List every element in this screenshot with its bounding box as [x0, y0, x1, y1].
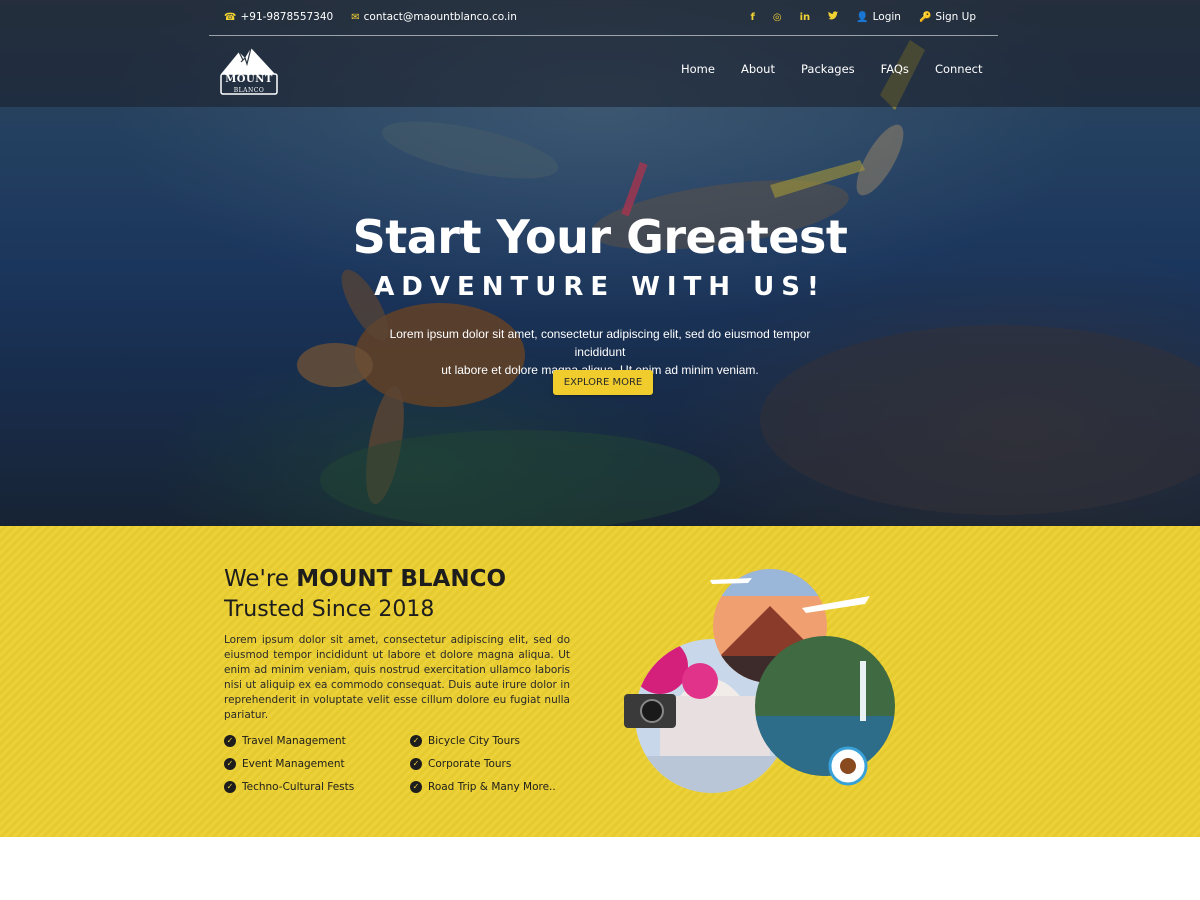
check-circle-icon: ✓ [410, 757, 422, 770]
check-circle-icon: ✓ [224, 734, 236, 747]
nav-about[interactable]: About [741, 62, 775, 76]
feature-item: ✓ Techno-Cultural Fests [224, 779, 410, 794]
feature-item: ✓ Bicycle City Tours [410, 733, 584, 748]
key-icon: 🔑 [918, 11, 932, 23]
check-circle-icon: ✓ [224, 757, 236, 770]
feature-item: ✓ Corporate Tours [410, 756, 584, 771]
main-nav: Home About Packages FAQs Connect [668, 62, 996, 76]
nav-faqs[interactable]: FAQs [881, 62, 909, 76]
about-paragraph: Lorem ipsum dolor sit amet, consectetur … [224, 634, 570, 721]
login-label: Login [872, 11, 901, 23]
linkedin-icon[interactable]: in [800, 12, 811, 23]
explore-more-button[interactable]: EXPLORE MORE [553, 370, 653, 395]
feature-label: Techno-Cultural Fests [242, 780, 355, 793]
feature-label: Travel Management [242, 734, 346, 747]
check-circle-icon: ✓ [410, 734, 422, 747]
phone-number: +91-9878557340 [240, 11, 334, 23]
travel-collage-image [624, 569, 895, 793]
twitter-icon[interactable] [828, 11, 839, 23]
hero-section: ☎ +91-9878557340 ✉ contact@maountblanco.… [0, 0, 1200, 526]
about-heading-prefix: We're [224, 566, 297, 592]
page-bottom-area [0, 837, 1200, 900]
instagram-icon[interactable]: ◎ [773, 12, 782, 23]
header-divider [209, 35, 998, 36]
about-heading-brand: MOUNT BLANCO [296, 566, 507, 592]
login-link[interactable]: 👤 Login [856, 11, 901, 23]
feature-label: Corporate Tours [428, 757, 512, 770]
feature-label: Event Management [242, 757, 345, 770]
check-circle-icon: ✓ [224, 780, 236, 793]
phone-contact[interactable]: ☎ +91-9878557340 [224, 11, 333, 23]
logo-text-blanco: BLANCO [233, 87, 265, 94]
facebook-icon[interactable]: f [751, 12, 755, 23]
feature-label: Bicycle City Tours [428, 734, 521, 747]
feature-list: ✓ Travel Management ✓ Bicycle City Tours ✓… [224, 733, 584, 794]
feature-item: ✓ Road Trip & Many More.. [410, 779, 584, 794]
nav-connect[interactable]: Connect [935, 62, 983, 76]
check-circle-icon: ✓ [410, 780, 422, 793]
hero-subtitle: ADVENTURE WITH US! [374, 272, 826, 302]
about-section: We're MOUNT BLANCO Trusted Since 2018 Lo… [0, 526, 1200, 837]
feature-item: ✓ Event Management [224, 756, 410, 771]
hero-title: Start Your Greatest [352, 210, 848, 264]
nav-home[interactable]: Home [681, 62, 715, 76]
top-bar: ☎ +91-9878557340 ✉ contact@maountblanco.… [224, 8, 976, 26]
logo-text-mount: MOUNT [225, 74, 273, 85]
phone-icon: ☎ [224, 11, 237, 23]
site-logo[interactable]: MOUNT BLANCO [217, 44, 281, 98]
envelope-icon: ✉ [351, 11, 360, 23]
hero-description-line1: Lorem ipsum dolor sit amet, consectetur … [389, 327, 811, 359]
signup-label: Sign Up [935, 11, 976, 23]
signup-link[interactable]: 🔑 Sign Up [919, 11, 976, 23]
feature-label: Road Trip & Many More.. [428, 780, 556, 793]
about-heading: We're MOUNT BLANCO [224, 566, 506, 592]
email-contact[interactable]: ✉ contact@maountblanco.co.in [351, 11, 517, 23]
user-icon: 👤 [856, 11, 869, 23]
feature-item: ✓ Travel Management [224, 733, 410, 748]
email-address: contact@maountblanco.co.in [363, 11, 517, 23]
about-subheading: Trusted Since 2018 [224, 597, 435, 622]
nav-packages[interactable]: Packages [801, 62, 855, 76]
